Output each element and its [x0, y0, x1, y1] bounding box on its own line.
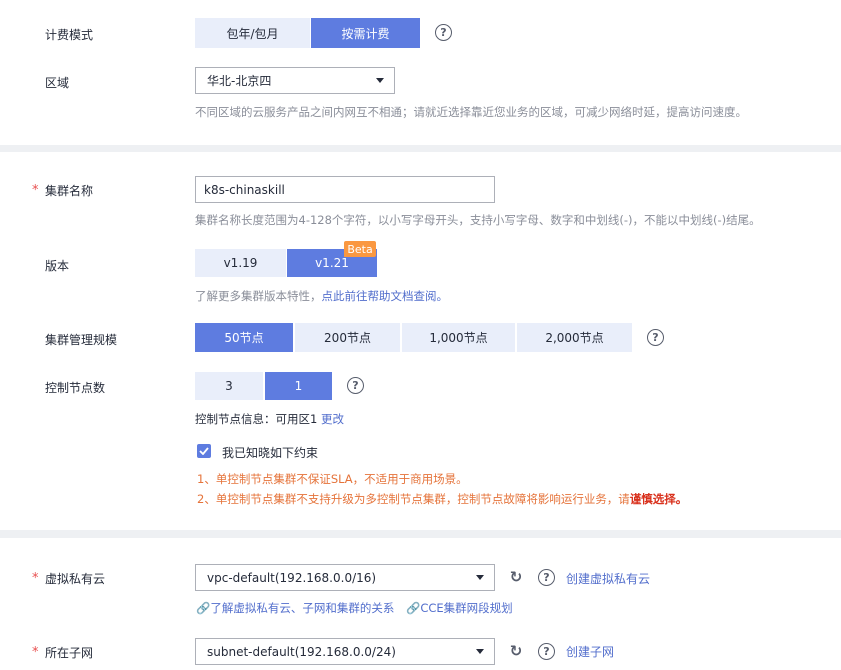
subnet-select[interactable]: subnet-default(192.168.0.0/24)	[195, 638, 495, 665]
vpc-select-value: vpc-default(192.168.0.0/16)	[207, 570, 377, 585]
warning-1: 1、单控制节点集群不保证SLA，不适用于商用场景。	[197, 472, 468, 486]
region-select-value: 华北-北京四	[207, 74, 272, 88]
cluster-config-section: * 集群名称 k8s-chinaskill 集群名称长度范围为4-128个字符，…	[0, 152, 841, 530]
warning-2-text: 2、单控制节点集群不支持升级为多控制节点集群，控制节点故障将影响运行业务，请	[197, 492, 630, 506]
control-nodes-help-icon[interactable]: ?	[347, 377, 364, 394]
version-help-doc-link[interactable]: 点此前往帮助文档查阅。	[322, 289, 449, 303]
link-icon: 🔗	[405, 601, 421, 615]
cluster-name-hint: 集群名称长度范围为4-128个字符，以小写字母开头，支持小写字母、数字和中划线(…	[195, 213, 761, 227]
billing-region-section: 计费模式 包年/包月 按需计费 ? 区域 华北-北京四 不同区域的云服务产品之间…	[0, 0, 841, 145]
billing-help-icon[interactable]: ?	[435, 24, 452, 41]
ack-checkbox[interactable]	[197, 444, 211, 458]
beta-badge: Beta	[344, 241, 376, 257]
region-select[interactable]: 华北-北京四	[195, 67, 395, 94]
cluster-name-input[interactable]: k8s-chinaskill	[195, 176, 495, 203]
region-hint: 不同区域的云服务产品之间内网互不相通；请就近选择靠近您业务的区域，可减少网络时延…	[195, 105, 747, 119]
subnet-refresh-icon[interactable]: ↻	[508, 642, 524, 660]
billing-option-yearly-monthly[interactable]: 包年/包月	[195, 18, 310, 48]
vpc-required-mark: *	[32, 571, 39, 586]
version-label: 版本	[45, 259, 70, 273]
version-option-v1-19[interactable]: v1.19	[195, 249, 286, 277]
control-node-info-text: 控制节点信息：可用区1	[195, 412, 318, 426]
region-label: 区域	[45, 76, 70, 90]
vpc-help-icon[interactable]: ?	[538, 569, 555, 586]
scale-option-2000[interactable]: 2,000节点	[517, 323, 632, 352]
link-icon: 🔗	[196, 601, 211, 615]
vpc-help-links: 🔗了解虚拟私有云、子网和集群的关系 🔗CCE集群网段规划	[196, 600, 513, 616]
control-nodes-option-1[interactable]: 1	[265, 372, 332, 400]
vpc-refresh-icon[interactable]: ↻	[508, 568, 524, 586]
scale-option-1000[interactable]: 1,000节点	[402, 323, 515, 352]
create-subnet-link[interactable]: 创建子网	[566, 643, 614, 660]
warning-2-emphasis: 谨慎选择。	[629, 492, 688, 506]
vpc-select[interactable]: vpc-default(192.168.0.0/16)	[195, 564, 495, 591]
change-zone-link[interactable]: 更改	[321, 412, 344, 426]
subnet-select-value: subnet-default(192.168.0.0/24)	[207, 644, 396, 659]
network-section: * 虚拟私有云 vpc-default(192.168.0.0/16) ↻ ? …	[0, 538, 841, 670]
cluster-scale-help-icon[interactable]: ?	[647, 329, 664, 346]
create-vpc-link[interactable]: 创建虚拟私有云	[566, 570, 650, 587]
cluster-name-required-mark: *	[32, 183, 39, 198]
chevron-down-icon	[476, 575, 484, 580]
subnet-help-icon[interactable]: ?	[538, 643, 555, 660]
subnet-required-mark: *	[32, 645, 39, 660]
control-node-info: 控制节点信息：可用区1 更改	[195, 411, 344, 427]
vpc-subnet-relation-link[interactable]: 了解虚拟私有云、子网和集群的关系	[210, 601, 394, 615]
control-nodes-label: 控制节点数	[45, 381, 106, 395]
billing-mode-label: 计费模式	[45, 28, 94, 42]
cce-network-planning-link[interactable]: CCE集群网段规划	[420, 601, 512, 615]
vpc-label: 虚拟私有云	[45, 572, 106, 586]
version-hint-text: 了解更多集群版本特性，	[195, 289, 322, 303]
scale-option-50[interactable]: 50节点	[195, 323, 293, 352]
chevron-down-icon	[376, 78, 384, 83]
version-hint: 了解更多集群版本特性，点此前往帮助文档查阅。	[195, 288, 448, 304]
warning-2: 2、单控制节点集群不支持升级为多控制节点集群，控制节点故障将影响运行业务，请谨慎…	[197, 491, 687, 507]
control-nodes-option-3[interactable]: 3	[195, 372, 263, 400]
cluster-scale-label: 集群管理规模	[45, 333, 118, 347]
cluster-name-label: 集群名称	[45, 184, 94, 198]
billing-option-pay-per-use[interactable]: 按需计费	[311, 18, 420, 48]
ack-label: 我已知晓如下约束	[222, 446, 319, 460]
check-icon	[199, 447, 209, 455]
scale-option-200[interactable]: 200节点	[295, 323, 400, 352]
chevron-down-icon	[476, 649, 484, 654]
subnet-label: 所在子网	[45, 646, 94, 660]
